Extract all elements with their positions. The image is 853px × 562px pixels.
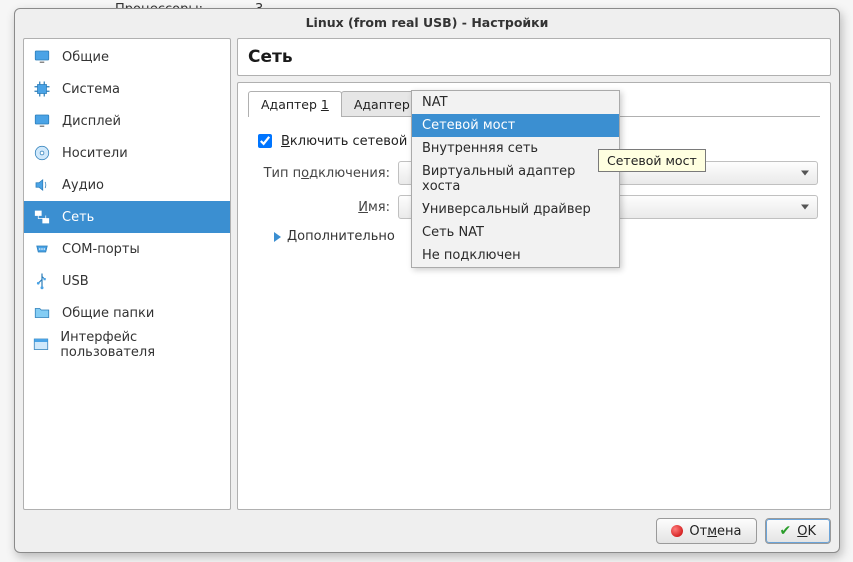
sidebar-item-label: Аудио xyxy=(62,178,104,193)
dropdown-item-6[interactable]: Не подключен xyxy=(412,244,619,267)
window-title: Linux (from real USB) - Настройки xyxy=(15,9,839,34)
sidebar-item-label: Сеть xyxy=(62,210,94,225)
disc-icon xyxy=(32,143,52,163)
monitor-icon xyxy=(32,47,52,67)
sidebar-item-label: Общие xyxy=(62,50,109,65)
dropdown-item-3[interactable]: Виртуальный адаптер хоста xyxy=(412,160,619,198)
sidebar-item-8[interactable]: Общие папки xyxy=(24,297,230,329)
sidebar-item-6[interactable]: COM-порты xyxy=(24,233,230,265)
dialog-footer: Отмена ✔ OK xyxy=(23,510,831,544)
sidebar-item-label: Общие папки xyxy=(62,306,154,321)
cancel-icon xyxy=(671,525,683,537)
monitor-blue-icon xyxy=(32,111,52,131)
page-title: Сеть xyxy=(237,38,831,76)
sidebar-item-3[interactable]: Носители xyxy=(24,137,230,169)
sidebar-item-label: Дисплей xyxy=(62,114,121,129)
dropdown-item-0[interactable]: NAT xyxy=(412,91,619,114)
sidebar-item-label: COM-порты xyxy=(62,242,140,257)
sidebar-item-9[interactable]: Интерфейс пользователя xyxy=(24,329,230,361)
cancel-label: Отмена xyxy=(689,524,741,539)
dropdown-item-2[interactable]: Внутренняя сеть xyxy=(412,137,619,160)
adapter-name-label: Имя: xyxy=(248,200,398,215)
dropdown-item-4[interactable]: Универсальный драйвер xyxy=(412,198,619,221)
sidebar-item-4[interactable]: Аудио xyxy=(24,169,230,201)
advanced-label: Дополнительно xyxy=(287,229,395,244)
sidebar-item-label: Носители xyxy=(62,146,128,161)
attach-type-dropdown[interactable]: NATСетевой мостВнутренняя сетьВиртуальны… xyxy=(411,90,620,268)
check-icon: ✔ xyxy=(780,523,792,539)
ok-label: OK xyxy=(797,524,816,539)
tooltip: Сетевой мост xyxy=(598,149,706,172)
speaker-icon xyxy=(32,175,52,195)
sidebar-item-2[interactable]: Дисплей xyxy=(24,105,230,137)
chip-icon xyxy=(32,79,52,99)
sidebar-item-label: Система xyxy=(62,82,120,97)
sidebar-item-7[interactable]: USB xyxy=(24,265,230,297)
network-icon xyxy=(32,207,52,227)
ui-icon xyxy=(32,335,50,355)
folder-icon xyxy=(32,303,52,323)
sidebar-item-label: Интерфейс пользователя xyxy=(60,330,222,360)
sidebar-item-label: USB xyxy=(62,274,89,289)
settings-sidebar: Общие Система Дисплей Носители Аудио Сеть COM-… xyxy=(23,38,231,510)
serial-icon xyxy=(32,239,52,259)
ok-button[interactable]: ✔ OK xyxy=(765,518,832,544)
tab-adapter-1[interactable]: Адаптер 1 xyxy=(248,91,342,117)
dropdown-item-1[interactable]: Сетевой мост xyxy=(412,114,619,137)
sidebar-item-0[interactable]: Общие xyxy=(24,41,230,73)
settings-window: Linux (from real USB) - Настройки Общие С… xyxy=(14,8,840,553)
enable-adapter-checkbox[interactable] xyxy=(258,134,272,148)
dropdown-item-5[interactable]: Сеть NAT xyxy=(412,221,619,244)
cancel-button[interactable]: Отмена xyxy=(656,518,756,544)
sidebar-item-5[interactable]: Сеть xyxy=(24,201,230,233)
usb-icon xyxy=(32,271,52,291)
chevron-right-icon xyxy=(274,232,281,242)
sidebar-item-1[interactable]: Система xyxy=(24,73,230,105)
attach-type-label: Тип подключения: xyxy=(248,166,398,181)
